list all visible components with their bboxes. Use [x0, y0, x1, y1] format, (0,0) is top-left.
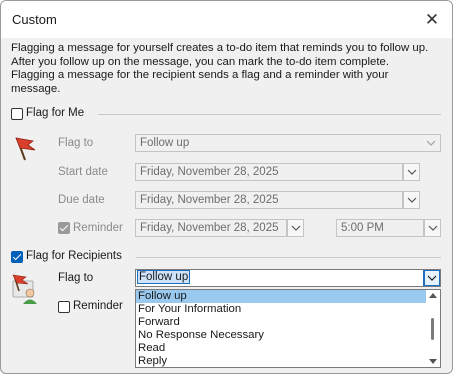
description-line: message. [11, 82, 61, 95]
chevron-down-icon [426, 140, 436, 146]
start-date-label: Start date [58, 166, 108, 178]
reminder-time-dropdown-button[interactable] [424, 219, 441, 237]
option-follow-up[interactable]: Follow up [136, 290, 440, 303]
due-date-label: Due date [58, 194, 105, 206]
dropdown-button[interactable] [423, 270, 440, 286]
custom-flag-dialog: Custom ✕ Flagging a message for yourself… [0, 0, 453, 374]
flag-to-value: Follow up [140, 137, 190, 149]
flag-for-me-label: Flag for Me [26, 107, 85, 119]
section-divider [98, 114, 441, 115]
scroll-thumb[interactable] [431, 318, 434, 340]
flag-for-recipients-label: Flag for Recipients [26, 250, 122, 262]
section-divider [136, 257, 441, 258]
scroll-up-icon[interactable] [429, 293, 437, 298]
option-for-your-information[interactable]: For Your Information [136, 303, 440, 316]
reminder-label: Reminder [73, 222, 123, 234]
flag-for-recipients-checkbox[interactable] [11, 251, 23, 263]
flag-to-options-list[interactable]: Follow up For Your Information Forward N… [135, 289, 441, 368]
reminder-date-field[interactable]: Friday, November 28, 2025 [135, 219, 287, 237]
close-button[interactable]: ✕ [412, 1, 452, 38]
chevron-down-icon [291, 225, 301, 231]
option-forward[interactable]: Forward [136, 316, 440, 329]
title-bar: Custom ✕ [1, 1, 452, 38]
recipient-flag-icon [10, 273, 40, 308]
flag-icon [11, 134, 39, 165]
recipients-flag-to-value: Follow up [136, 270, 191, 284]
flag-to-select[interactable]: Follow up [135, 134, 441, 152]
start-date-dropdown-button[interactable] [403, 163, 420, 181]
scroll-down-icon[interactable] [429, 359, 437, 364]
description-line: Flagging a message for the recipient sen… [11, 69, 389, 81]
chevron-down-icon [427, 275, 437, 281]
start-date-field[interactable]: Friday, November 28, 2025 [135, 163, 403, 181]
list-scrollbar[interactable] [426, 290, 440, 367]
reminder-checkbox[interactable] [58, 222, 70, 234]
chevron-down-icon [428, 225, 438, 231]
description-line: After you follow up on the message, you … [11, 55, 389, 68]
description-line: Flagging a message for yourself creates … [11, 42, 429, 54]
dialog-title: Custom [12, 12, 57, 27]
recipients-flag-to-value-wrap: Follow up [136, 270, 191, 284]
due-date-dropdown-button[interactable] [403, 191, 420, 209]
option-read[interactable]: Read [136, 342, 440, 355]
flag-for-me-checkbox[interactable] [11, 108, 23, 120]
recipients-flag-to-label: Flag to [58, 272, 94, 284]
chevron-down-icon [407, 197, 417, 203]
option-reply[interactable]: Reply [136, 355, 440, 367]
flag-to-label: Flag to [58, 137, 94, 149]
reminder-time-value: 5:00 PM [341, 222, 384, 234]
description-text: Flagging a message for yourself creates … [11, 42, 441, 96]
recipients-reminder-label: Reminder [73, 300, 123, 312]
recipients-reminder-checkbox[interactable] [58, 301, 70, 313]
due-date-field[interactable]: Friday, November 28, 2025 [135, 191, 403, 209]
option-no-response-necessary[interactable]: No Response Necessary [136, 329, 440, 342]
start-date-value: Friday, November 28, 2025 [140, 166, 279, 178]
recipients-flag-to-select[interactable]: Follow up [135, 269, 441, 287]
reminder-time-field[interactable]: 5:00 PM [336, 219, 424, 237]
chevron-down-icon [407, 169, 417, 175]
due-date-value: Friday, November 28, 2025 [140, 194, 279, 206]
reminder-date-dropdown-button[interactable] [287, 219, 304, 237]
reminder-date-value: Friday, November 28, 2025 [140, 222, 279, 234]
